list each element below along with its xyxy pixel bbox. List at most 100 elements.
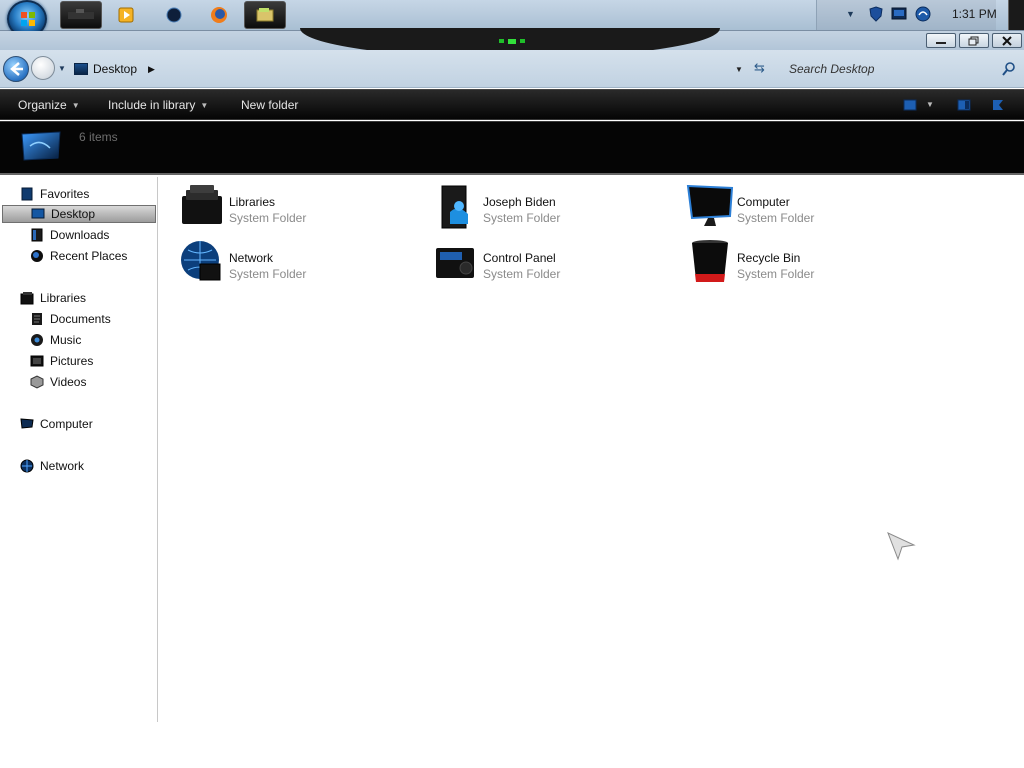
tray-overflow-icon[interactable]: ▼	[846, 9, 855, 19]
taskbar: ▼ 1:31 PM	[0, 0, 1024, 38]
desktop-icon	[31, 208, 45, 219]
item-name: Computer	[737, 195, 790, 209]
chevron-down-icon: ▼	[71, 100, 80, 110]
sidebar-group-favorites[interactable]: Favorites	[20, 185, 89, 203]
recent-pages-dropdown[interactable]: ▼	[58, 64, 66, 73]
sidebar-item-music[interactable]: Music	[30, 331, 81, 349]
control-panel-icon	[436, 248, 474, 278]
search-icon[interactable]	[1001, 61, 1017, 77]
minimize-icon	[936, 41, 946, 44]
firefox-icon	[211, 7, 227, 23]
sidebar-group-label: Computer	[40, 417, 93, 431]
change-view-icon[interactable]	[903, 99, 917, 111]
show-desktop-button[interactable]	[1008, 0, 1024, 30]
sidebar-item-label: Documents	[50, 312, 111, 326]
list-item[interactable]: Computer System Folder	[686, 182, 926, 234]
mouse-cursor-icon	[887, 532, 916, 561]
address-bar: ▼ Desktop ▶ ▼ ⇆ Search Desktop	[0, 50, 1024, 88]
list-item[interactable]: Recycle Bin System Folder	[686, 238, 926, 290]
app-thumbnail-icon	[68, 9, 94, 19]
sidebar-item-label: Recent Places	[50, 249, 128, 263]
sidebar-item-videos[interactable]: Videos	[30, 373, 86, 391]
back-arrow-icon	[10, 62, 23, 76]
search-box[interactable]: Search Desktop	[781, 58, 1021, 80]
sidebar-group-computer[interactable]: Computer	[20, 415, 93, 433]
monitor-tray-icon[interactable]	[891, 6, 907, 22]
breadcrumb-location[interactable]: Desktop	[93, 62, 137, 76]
sidebar-group-libraries[interactable]: Libraries	[20, 289, 86, 307]
libraries-icon	[182, 185, 222, 224]
sidebar-item-recent-places[interactable]: Recent Places	[30, 247, 127, 265]
item-name: Control Panel	[483, 251, 556, 265]
videos-icon	[30, 375, 44, 389]
list-item[interactable]: Control Panel System Folder	[432, 238, 672, 290]
item-type: System Folder	[229, 211, 307, 225]
refresh-icon[interactable]: ⇆	[754, 60, 765, 76]
navigation-pane: Favorites Desktop Downloads Recent Place…	[0, 177, 158, 722]
sidebar-item-label: Music	[50, 333, 82, 347]
network-tray-icon[interactable]	[915, 6, 931, 22]
sidebar-group-label: Favorites	[40, 187, 90, 201]
close-icon	[1002, 35, 1012, 46]
shield-icon[interactable]	[868, 6, 884, 22]
blue-ball-icon	[166, 7, 182, 23]
sidebar-item-label: Videos	[50, 375, 87, 389]
item-name: Network	[229, 251, 274, 265]
desktop-monitor-icon	[21, 131, 61, 161]
explorer-button[interactable]	[244, 1, 286, 29]
recent-places-icon	[31, 250, 43, 262]
media-player-icon	[118, 7, 134, 23]
documents-icon	[32, 313, 42, 325]
user-folder-icon	[441, 185, 468, 229]
list-item[interactable]: Libraries System Folder	[178, 182, 418, 234]
include-in-library-button[interactable]: Include in library ▼	[108, 98, 208, 112]
media-player-button[interactable]	[112, 1, 140, 29]
organize-label: Organize	[18, 98, 67, 112]
desktop-icon	[74, 63, 88, 75]
sidebar-item-pictures[interactable]: Pictures	[30, 352, 93, 370]
computer-icon	[20, 418, 34, 429]
item-type: System Folder	[737, 211, 815, 225]
new-folder-button[interactable]: New folder	[241, 98, 298, 112]
maximize-button[interactable]	[959, 33, 989, 48]
computer-icon	[686, 184, 734, 226]
item-type: System Folder	[229, 267, 307, 281]
item-type: System Folder	[737, 267, 815, 281]
back-button[interactable]	[3, 56, 29, 82]
details-header: 6 items	[0, 121, 1024, 175]
sidebar-item-label: Downloads	[50, 228, 110, 242]
favorites-star-icon	[21, 187, 33, 201]
network-icon	[181, 241, 221, 281]
sidebar-item-documents[interactable]: Documents	[30, 310, 111, 328]
organize-button[interactable]: Organize ▼	[18, 98, 80, 112]
breadcrumb[interactable]: Desktop ▶	[74, 60, 155, 78]
list-item[interactable]: Network System Folder	[178, 238, 418, 290]
globe-app-button[interactable]	[160, 1, 188, 29]
breadcrumb-arrow-icon[interactable]: ▶	[148, 64, 155, 75]
item-type: System Folder	[483, 267, 561, 281]
sidebar-item-downloads[interactable]: Downloads	[30, 226, 109, 244]
item-name: Joseph Biden	[483, 195, 556, 209]
clock[interactable]: 1:31 PM	[952, 7, 997, 21]
address-dropdown[interactable]: ▼	[735, 65, 743, 74]
minimize-button[interactable]	[926, 33, 956, 48]
search-input[interactable]: Search Desktop	[781, 62, 1001, 76]
preview-pane-icon[interactable]	[957, 99, 971, 111]
view-options-dropdown[interactable]: ▼	[926, 100, 934, 109]
firefox-button[interactable]	[205, 1, 233, 29]
item-name: Recycle Bin	[737, 251, 801, 265]
music-icon	[31, 334, 43, 346]
restore-icon	[968, 36, 979, 45]
sidebar-item-desktop[interactable]: Desktop	[2, 205, 156, 223]
file-list: Libraries System Folder Joseph Biden Sys…	[160, 177, 1024, 768]
taskbar-app-button[interactable]	[60, 1, 102, 29]
forward-button[interactable]	[31, 56, 55, 80]
sidebar-group-network[interactable]: Network	[20, 457, 84, 475]
list-item[interactable]: Joseph Biden System Folder	[432, 182, 672, 234]
windows-logo-icon	[21, 12, 35, 26]
sidebar-group-label: Network	[40, 459, 85, 473]
help-icon[interactable]	[991, 99, 1005, 111]
close-button[interactable]	[992, 33, 1022, 48]
green-indicator-icon	[499, 39, 525, 44]
recycle-bin-icon	[692, 240, 728, 282]
